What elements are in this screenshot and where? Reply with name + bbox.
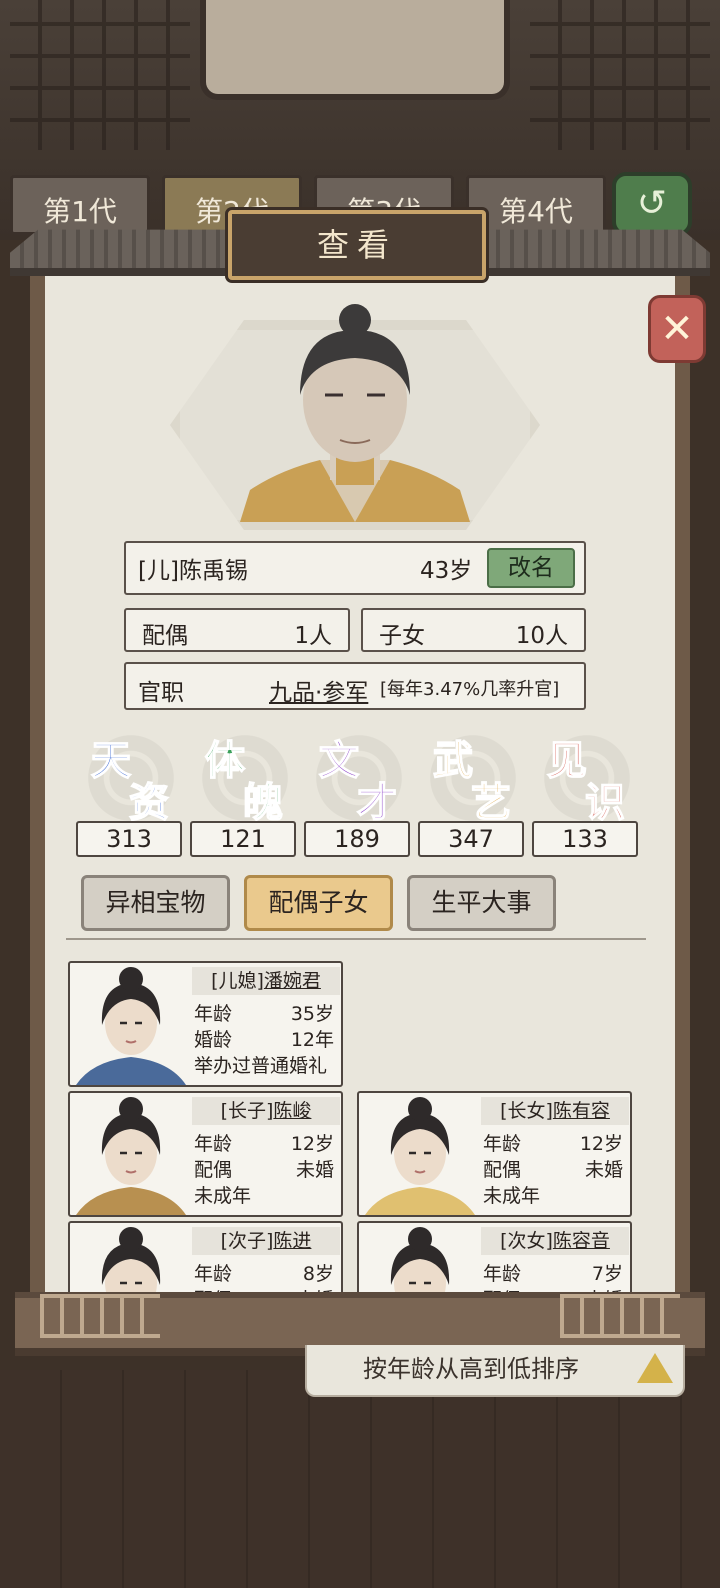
age-label: 年龄 xyxy=(483,1133,522,1155)
age-value: 7岁 xyxy=(591,1263,623,1285)
family-member-card[interactable]: [长子]陈峻年龄 12岁配偶 未婚未成年 xyxy=(68,1091,343,1217)
member-name-link[interactable]: 陈峻 xyxy=(273,1100,311,1122)
family-member-title: [儿媳]潘婉君 xyxy=(192,967,340,995)
relation-tag: [儿媳] xyxy=(211,970,264,992)
relation-tag: [次女] xyxy=(500,1230,553,1252)
sort-button[interactable]: 按年龄从高到低排序 xyxy=(305,1345,685,1397)
age-line: 年龄 35岁 xyxy=(194,999,334,1026)
age-line: 年龄 12岁 xyxy=(194,1129,334,1156)
member-name-link[interactable]: 潘婉君 xyxy=(264,970,321,992)
age-value: 12岁 xyxy=(290,1133,334,1155)
age-value: 35岁 xyxy=(290,1003,334,1025)
family-member-card[interactable]: [长女]陈有容年龄 12岁配偶 未婚未成年 xyxy=(357,1091,632,1217)
status-label: 配偶 xyxy=(194,1159,233,1181)
status-label: 配偶 xyxy=(483,1159,522,1181)
note-line: 举办过普通婚礼 xyxy=(194,1055,328,1077)
age-label: 年龄 xyxy=(194,1263,233,1285)
family-member-title: [长子]陈峻 xyxy=(192,1097,340,1125)
age-label: 年龄 xyxy=(194,1003,233,1025)
status-value: 未婚 xyxy=(584,1159,623,1181)
age-label: 年龄 xyxy=(194,1133,233,1155)
note-line: 未成年 xyxy=(483,1185,541,1207)
family-member-avatar xyxy=(101,1227,161,1296)
age-line: 年龄 7岁 xyxy=(483,1259,623,1286)
family-member-title: [次女]陈容音 xyxy=(481,1227,629,1255)
age-line: 年龄 12岁 xyxy=(483,1129,623,1156)
status-value: 未婚 xyxy=(295,1159,334,1181)
relation-tag: [长子] xyxy=(220,1100,274,1122)
sort-arrow-icon xyxy=(637,1353,673,1383)
rail-lattice-right xyxy=(560,1294,680,1338)
member-name-link[interactable]: 陈进 xyxy=(273,1230,311,1252)
family-member-title: [长女]陈有容 xyxy=(481,1097,629,1125)
relation-tag: [长女] xyxy=(500,1100,553,1122)
age-label: 年龄 xyxy=(483,1263,522,1285)
rail-lattice-left xyxy=(40,1294,160,1338)
family-member-avatar xyxy=(365,1097,475,1215)
family-member-avatar xyxy=(390,1227,450,1296)
family-member-card[interactable]: [儿媳]潘婉君年龄 35岁婚龄 12年举办过普通婚礼 xyxy=(68,961,343,1087)
family-member-title: [次子]陈进 xyxy=(192,1227,340,1255)
member-name-link[interactable]: 陈有容 xyxy=(553,1100,610,1122)
member-name-link[interactable]: 陈容音 xyxy=(553,1230,610,1252)
background-floor xyxy=(0,1370,720,1588)
age-line: 年龄 8岁 xyxy=(194,1259,334,1286)
age-value: 8岁 xyxy=(302,1263,334,1285)
status-line: 配偶 未婚 xyxy=(483,1155,623,1182)
family-member-card[interactable]: [次子]陈进年龄8岁配偶未婚 xyxy=(68,1221,343,1296)
note-line: 未成年 xyxy=(194,1185,252,1207)
family-member-avatar xyxy=(76,1097,186,1215)
status-line: 配偶 未婚 xyxy=(194,1155,334,1182)
age-value: 12岁 xyxy=(579,1133,623,1155)
relation-tag: [次子] xyxy=(220,1230,274,1252)
status-line: 婚龄 12年 xyxy=(194,1025,334,1052)
family-member-avatar xyxy=(76,967,186,1085)
sort-label: 按年龄从高到低排序 xyxy=(363,1355,579,1383)
status-label: 婚龄 xyxy=(194,1029,233,1051)
family-member-card[interactable]: [次女]陈容音年龄7岁配偶未婚 xyxy=(357,1221,632,1296)
family-list: [儿媳]潘婉君 年龄 35岁 婚龄 12年 举办过普通婚礼 [长子]陈峻 年龄 12岁 配偶 未婚未… xyxy=(0,0,720,1296)
status-value: 12年 xyxy=(290,1029,334,1051)
